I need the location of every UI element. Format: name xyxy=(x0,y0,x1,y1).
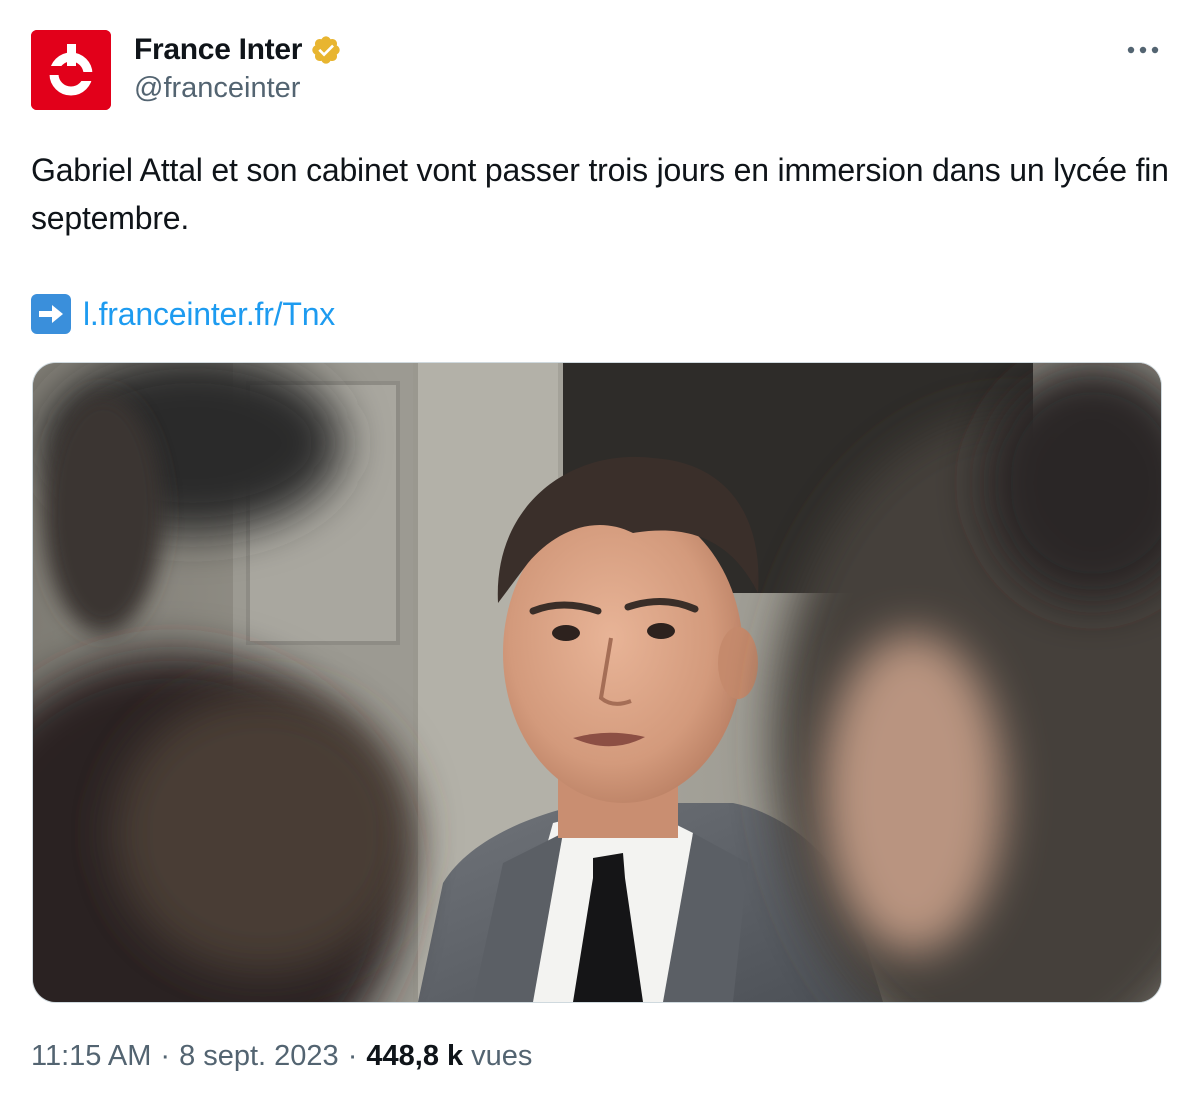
photo-image xyxy=(33,363,1161,1002)
more-options-button[interactable] xyxy=(1118,30,1168,70)
avatar[interactable] xyxy=(31,30,111,110)
tweet-card: France Inter @franceinter Gabriel Attal … xyxy=(0,0,1200,1098)
tweet-text: Gabriel Attal et son cabinet vont passer… xyxy=(31,152,1169,236)
tweet-time[interactable]: 11:15 AM xyxy=(31,1040,151,1073)
author-name[interactable]: France Inter xyxy=(134,33,302,67)
views-label: vues xyxy=(471,1039,533,1072)
right-arrow-emoji-icon xyxy=(31,294,71,334)
more-horizontal-icon xyxy=(1127,46,1159,54)
tweet-meta: 11:15 AM · 8 sept. 2023 · 448,8 k vues xyxy=(31,1036,532,1076)
verified-badge-icon xyxy=(312,36,340,64)
meta-separator: · xyxy=(160,1039,171,1072)
france-inter-logo-icon xyxy=(31,30,111,110)
author-name-row: France Inter xyxy=(134,30,342,70)
link-row: l.franceinter.fr/Tnx xyxy=(31,290,335,338)
tweet-date[interactable]: 8 sept. 2023 xyxy=(179,1040,339,1073)
author-handle[interactable]: @franceinter xyxy=(134,72,300,105)
tweet-link[interactable]: l.franceinter.fr/Tnx xyxy=(83,296,335,333)
tweet-photo[interactable] xyxy=(32,362,1162,1003)
views-count[interactable]: 448,8 k xyxy=(366,1040,463,1073)
meta-separator: · xyxy=(347,1039,358,1072)
